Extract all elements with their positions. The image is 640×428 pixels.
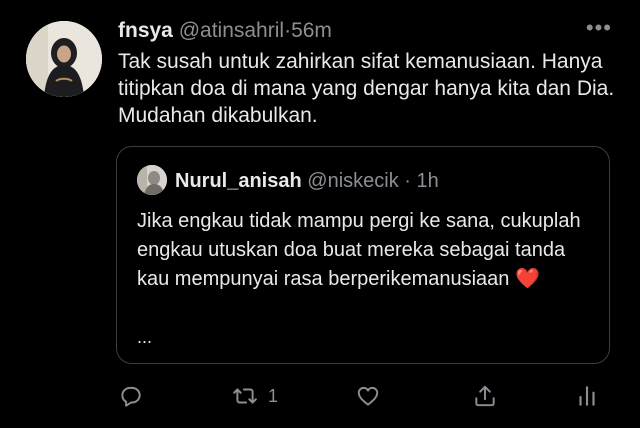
quoted-ellipsis: ... <box>137 327 153 347</box>
author-handle[interactable]: @atinsahril <box>179 19 284 42</box>
author-name[interactable]: fnsya <box>118 19 173 42</box>
reply-button[interactable] <box>118 376 144 416</box>
analytics-icon <box>579 386 595 406</box>
like-button[interactable] <box>355 376 381 416</box>
share-icon <box>475 385 495 407</box>
separator-dot: · <box>404 170 411 192</box>
more-options-icon[interactable]: ••• <box>586 17 612 39</box>
retweet-count: 1 <box>268 385 279 406</box>
tweet-time[interactable]: 56m <box>291 19 332 42</box>
retweet-button[interactable]: 1 <box>232 376 278 416</box>
quoted-header: Nurul_anisah @niskecik · 1h <box>175 169 439 193</box>
quoted-time[interactable]: 1h <box>417 170 439 192</box>
tweet-text: Tak susah untuk zahirkan sifat kemanusia… <box>118 50 615 127</box>
quoted-text: Jika engkau tidak mampu pergi ke sana, c… <box>137 207 587 294</box>
author-avatar[interactable] <box>26 21 102 97</box>
action-bar: 1 <box>0 376 640 416</box>
reply-icon <box>121 386 141 407</box>
tweet-header: fnsya @atinsahril·56m <box>118 18 600 44</box>
quoted-author-handle[interactable]: @niskecik <box>307 170 398 192</box>
quoted-author-avatar <box>137 165 167 195</box>
analytics-button[interactable] <box>574 376 600 416</box>
quoted-tweet[interactable]: Nurul_anisah @niskecik · 1h Jika engkau … <box>116 146 610 364</box>
retweet-icon <box>233 388 257 404</box>
separator-dot: · <box>284 19 292 42</box>
heart-emoji: ❤️ <box>514 268 540 290</box>
quoted-author-name[interactable]: Nurul_anisah <box>175 170 302 192</box>
share-button[interactable] <box>472 376 498 416</box>
heart-icon <box>357 386 379 406</box>
